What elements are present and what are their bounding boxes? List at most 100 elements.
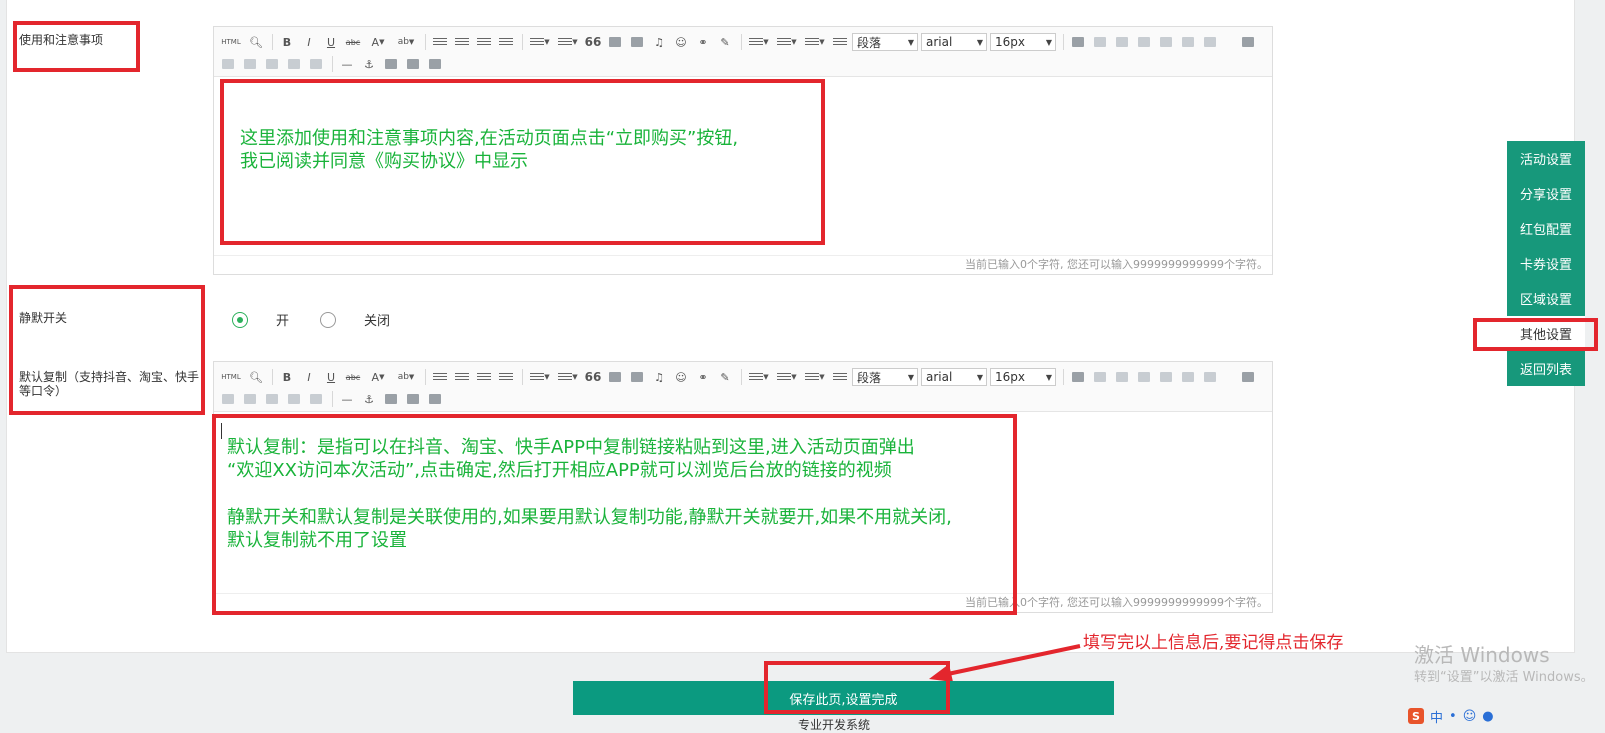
- cell-merge-down-icon: [240, 390, 260, 408]
- align-right-icon[interactable]: [474, 368, 494, 386]
- font-family-select[interactable]: arial ▼: [921, 368, 987, 386]
- template-icon[interactable]: [425, 55, 445, 73]
- preview-icon[interactable]: 🔍︎: [246, 368, 266, 386]
- font-family-select[interactable]: arial ▼: [921, 33, 987, 51]
- cell-merge-down-icon: [240, 55, 260, 73]
- emoji-icon[interactable]: ☺: [671, 33, 691, 51]
- image-search-icon[interactable]: [381, 55, 401, 73]
- highlight-color-button[interactable]: ab ▼: [393, 33, 419, 51]
- unordered-list-icon[interactable]: ▼: [555, 33, 581, 51]
- side-nav-red-packet-config[interactable]: 红包配置: [1507, 211, 1585, 246]
- indent-icon[interactable]: [830, 33, 850, 51]
- italic-button[interactable]: I: [299, 368, 319, 386]
- usage-counter-bar: 当前已输入0个字符, 您还可以输入9999999999999个字符。: [214, 255, 1272, 274]
- table-merge-icon: [1178, 368, 1198, 386]
- table-delete-row-icon: [1112, 33, 1132, 51]
- video-icon[interactable]: [627, 33, 647, 51]
- row-spacing-icon[interactable]: ▼: [802, 33, 828, 51]
- microphone-icon[interactable]: ●: [1482, 709, 1493, 724]
- paragraph-select[interactable]: 段落 ▼: [852, 368, 918, 386]
- side-nav-back-to-list[interactable]: 返回列表: [1507, 351, 1585, 386]
- link-icon[interactable]: ⚭: [693, 33, 713, 51]
- line-height-icon[interactable]: ▼: [746, 33, 772, 51]
- table-icon[interactable]: [1068, 368, 1088, 386]
- underline-button[interactable]: U: [321, 368, 341, 386]
- music-icon[interactable]: ♫: [649, 368, 669, 386]
- split-cells-icon: [262, 390, 282, 408]
- underline-button[interactable]: U: [321, 33, 341, 51]
- toolbar-row-1: HTML 🔍︎ B I U abc A ▼ ab ▼ ▼ ▼ 66 ♫ ☺ ⚭ ✎: [218, 32, 1260, 52]
- split-cells-icon: [262, 55, 282, 73]
- image-icon[interactable]: [605, 368, 625, 386]
- paragraph-spacing-icon[interactable]: ▼: [774, 33, 800, 51]
- split-cols-icon: [306, 390, 326, 408]
- side-nav-share-settings[interactable]: 分享设置: [1507, 176, 1585, 211]
- font-color-button[interactable]: A ▼: [365, 368, 391, 386]
- indent-icon[interactable]: [830, 368, 850, 386]
- highlight-color-button[interactable]: ab ▼: [393, 368, 419, 386]
- ordered-list-icon[interactable]: ▼: [527, 33, 553, 51]
- strikethrough-button[interactable]: abc: [343, 33, 363, 51]
- blockquote-icon[interactable]: 66: [583, 368, 603, 386]
- align-left-icon[interactable]: [430, 368, 450, 386]
- italic-button[interactable]: I: [299, 33, 319, 51]
- sogou-ime-icon[interactable]: S: [1408, 708, 1424, 724]
- anchor-icon[interactable]: ⚓: [359, 390, 379, 408]
- font-color-button[interactable]: A ▼: [365, 33, 391, 51]
- mute-on-radio[interactable]: [232, 312, 248, 328]
- table-icon[interactable]: [1068, 33, 1088, 51]
- cell-merge-right-icon: [218, 55, 238, 73]
- align-left-icon[interactable]: [430, 33, 450, 51]
- align-justify-icon[interactable]: [496, 33, 516, 51]
- html-source-button[interactable]: HTML: [218, 368, 244, 386]
- template-icon[interactable]: [425, 390, 445, 408]
- emoji-icon[interactable]: ☺: [671, 368, 691, 386]
- table-delete-row-icon: [1112, 368, 1132, 386]
- mute-off-label: 关闭: [364, 314, 391, 329]
- anchor-icon[interactable]: ⚓: [359, 55, 379, 73]
- ordered-list-icon[interactable]: ▼: [527, 368, 553, 386]
- font-size-select[interactable]: 16px ▼: [990, 368, 1056, 386]
- paragraph-select[interactable]: 段落 ▼: [852, 33, 918, 51]
- print-icon[interactable]: [403, 55, 423, 73]
- image-icon[interactable]: [605, 33, 625, 51]
- bold-button[interactable]: B: [277, 368, 297, 386]
- side-nav-activity-settings[interactable]: 活动设置: [1507, 141, 1585, 176]
- row-spacing-icon[interactable]: ▼: [802, 368, 828, 386]
- eraser-icon[interactable]: ✎: [715, 368, 735, 386]
- link-icon[interactable]: ⚭: [693, 368, 713, 386]
- fullscreen-icon[interactable]: [1238, 368, 1258, 386]
- editor-toolbar: HTML 🔍︎ B I U abc A ▼ ab ▼ ▼ ▼ 66 ♫ ☺ ⚭ ✎: [214, 27, 1272, 77]
- mute-off-radio[interactable]: [320, 312, 336, 328]
- image-search-icon[interactable]: [381, 390, 401, 408]
- video-icon[interactable]: [627, 368, 647, 386]
- preview-icon[interactable]: 🔍︎: [246, 33, 266, 51]
- unordered-list-icon[interactable]: ▼: [555, 368, 581, 386]
- align-justify-icon[interactable]: [496, 368, 516, 386]
- align-right-icon[interactable]: [474, 33, 494, 51]
- bold-button[interactable]: B: [277, 33, 297, 51]
- horizontal-rule-icon[interactable]: —: [337, 390, 357, 408]
- ime-language-indicator[interactable]: 中: [1430, 707, 1443, 726]
- paragraph-spacing-icon[interactable]: ▼: [774, 368, 800, 386]
- strikethrough-button[interactable]: abc: [343, 368, 363, 386]
- ime-emoji-icon[interactable]: ☺: [1463, 709, 1477, 724]
- music-icon[interactable]: ♫: [649, 33, 669, 51]
- fullscreen-icon[interactable]: [1238, 33, 1258, 51]
- line-height-icon[interactable]: ▼: [746, 368, 772, 386]
- toolbar-divider: [272, 34, 273, 50]
- ime-punctuation-icon[interactable]: •: [1449, 709, 1457, 724]
- html-source-button[interactable]: HTML: [218, 33, 244, 51]
- side-nav-coupon-settings[interactable]: 卡券设置: [1507, 246, 1585, 281]
- highlight-box-mute-copy-labels: [9, 285, 205, 415]
- side-nav-region-settings[interactable]: 区域设置: [1507, 281, 1585, 316]
- table-split-icon: [1200, 368, 1220, 386]
- font-size-select[interactable]: 16px ▼: [990, 33, 1056, 51]
- horizontal-rule-icon[interactable]: —: [337, 55, 357, 73]
- align-center-icon[interactable]: [452, 33, 472, 51]
- highlight-box-usage-label: [13, 21, 140, 72]
- align-center-icon[interactable]: [452, 368, 472, 386]
- print-icon[interactable]: [403, 390, 423, 408]
- eraser-icon[interactable]: ✎: [715, 33, 735, 51]
- blockquote-icon[interactable]: 66: [583, 33, 603, 51]
